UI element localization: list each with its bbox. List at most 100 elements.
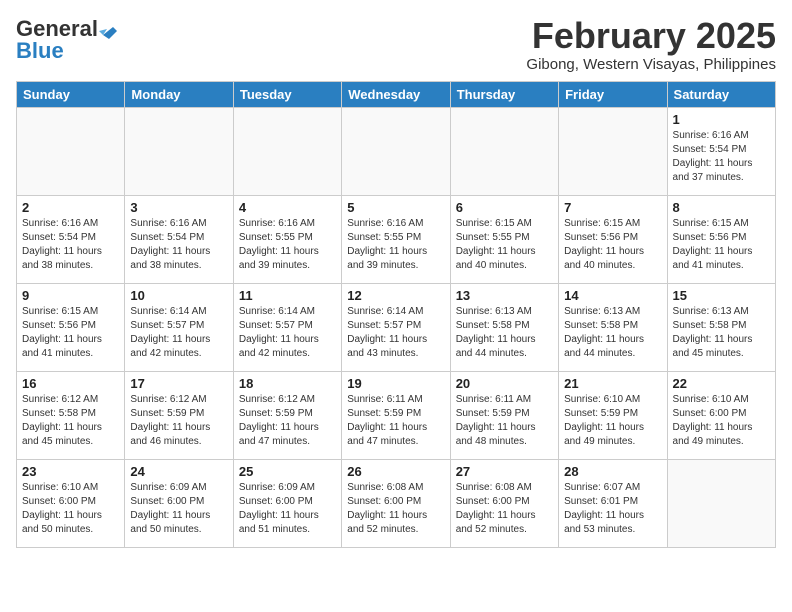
day-number: 19 bbox=[347, 376, 444, 391]
weekday-header-tuesday: Tuesday bbox=[233, 81, 341, 107]
week-row-2: 2 Sunrise: 6:16 AM Sunset: 5:54 PM Daylig… bbox=[17, 195, 776, 283]
day-info: Sunrise: 6:10 AM Sunset: 6:00 PM Dayligh… bbox=[673, 393, 770, 449]
day-number: 3 bbox=[130, 200, 227, 215]
day-number: 24 bbox=[130, 464, 227, 479]
day-number: 6 bbox=[456, 200, 553, 215]
calendar-cell: 23 Sunrise: 6:10 AM Sunset: 6:00 PM Dayli… bbox=[17, 459, 125, 547]
day-number: 14 bbox=[564, 288, 661, 303]
calendar-cell: 6 Sunrise: 6:15 AM Sunset: 5:55 PM Daylig… bbox=[450, 195, 558, 283]
calendar-cell bbox=[342, 107, 450, 195]
day-info: Sunrise: 6:15 AM Sunset: 5:56 PM Dayligh… bbox=[673, 217, 770, 273]
calendar-cell: 8 Sunrise: 6:15 AM Sunset: 5:56 PM Daylig… bbox=[667, 195, 775, 283]
day-number: 5 bbox=[347, 200, 444, 215]
day-info: Sunrise: 6:08 AM Sunset: 6:00 PM Dayligh… bbox=[456, 481, 553, 537]
weekday-header-friday: Friday bbox=[559, 81, 667, 107]
calendar-cell: 26 Sunrise: 6:08 AM Sunset: 6:00 PM Dayli… bbox=[342, 459, 450, 547]
weekday-header-monday: Monday bbox=[125, 81, 233, 107]
calendar-cell: 9Sunrise: 6:15 AM Sunset: 5:56 PM Daylig… bbox=[17, 283, 125, 371]
day-info: Sunrise: 6:16 AM Sunset: 5:54 PM Dayligh… bbox=[22, 217, 119, 273]
day-info: Sunrise: 6:09 AM Sunset: 6:00 PM Dayligh… bbox=[130, 481, 227, 537]
logo: General Blue bbox=[16, 16, 117, 64]
calendar-cell bbox=[233, 107, 341, 195]
day-number: 11 bbox=[239, 288, 336, 303]
week-row-3: 9Sunrise: 6:15 AM Sunset: 5:56 PM Daylig… bbox=[17, 283, 776, 371]
calendar-cell: 14 Sunrise: 6:13 AM Sunset: 5:58 PM Dayli… bbox=[559, 283, 667, 371]
day-info: Sunrise: 6:12 AM Sunset: 5:59 PM Dayligh… bbox=[130, 393, 227, 449]
weekday-header-sunday: Sunday bbox=[17, 81, 125, 107]
day-info: Sunrise: 6:14 AM Sunset: 5:57 PM Dayligh… bbox=[130, 305, 227, 361]
calendar-cell: 1 Sunrise: 6:16 AM Sunset: 5:54 PM Daylig… bbox=[667, 107, 775, 195]
day-number: 15 bbox=[673, 288, 770, 303]
calendar-cell: 25 Sunrise: 6:09 AM Sunset: 6:00 PM Dayli… bbox=[233, 459, 341, 547]
day-info: Sunrise: 6:11 AM Sunset: 5:59 PM Dayligh… bbox=[347, 393, 444, 449]
weekday-header-row: SundayMondayTuesdayWednesdayThursdayFrid… bbox=[17, 81, 776, 107]
day-info: Sunrise: 6:09 AM Sunset: 6:00 PM Dayligh… bbox=[239, 481, 336, 537]
day-info: Sunrise: 6:13 AM Sunset: 5:58 PM Dayligh… bbox=[673, 305, 770, 361]
calendar-cell bbox=[450, 107, 558, 195]
day-number: 23 bbox=[22, 464, 119, 479]
day-info: Sunrise: 6:07 AM Sunset: 6:01 PM Dayligh… bbox=[564, 481, 661, 537]
day-number: 17 bbox=[130, 376, 227, 391]
calendar-cell: 13Sunrise: 6:13 AM Sunset: 5:58 PM Dayli… bbox=[450, 283, 558, 371]
calendar-cell: 12Sunrise: 6:14 AM Sunset: 5:57 PM Dayli… bbox=[342, 283, 450, 371]
day-info: Sunrise: 6:11 AM Sunset: 5:59 PM Dayligh… bbox=[456, 393, 553, 449]
day-info: Sunrise: 6:16 AM Sunset: 5:54 PM Dayligh… bbox=[130, 217, 227, 273]
day-number: 18 bbox=[239, 376, 336, 391]
day-info: Sunrise: 6:16 AM Sunset: 5:54 PM Dayligh… bbox=[673, 129, 770, 185]
title-block: February 2025 Gibong, Western Visayas, P… bbox=[526, 16, 776, 73]
weekday-header-thursday: Thursday bbox=[450, 81, 558, 107]
page-header: General Blue February 2025 Gibong, Weste… bbox=[16, 16, 776, 73]
day-info: Sunrise: 6:13 AM Sunset: 5:58 PM Dayligh… bbox=[564, 305, 661, 361]
logo-blue-text: Blue bbox=[16, 38, 64, 64]
day-info: Sunrise: 6:15 AM Sunset: 5:56 PM Dayligh… bbox=[22, 305, 119, 361]
calendar-cell bbox=[559, 107, 667, 195]
calendar-cell: 17 Sunrise: 6:12 AM Sunset: 5:59 PM Dayli… bbox=[125, 371, 233, 459]
calendar-cell: 21 Sunrise: 6:10 AM Sunset: 5:59 PM Dayli… bbox=[559, 371, 667, 459]
day-info: Sunrise: 6:10 AM Sunset: 6:00 PM Dayligh… bbox=[22, 481, 119, 537]
day-info: Sunrise: 6:12 AM Sunset: 5:59 PM Dayligh… bbox=[239, 393, 336, 449]
calendar-cell: 28Sunrise: 6:07 AM Sunset: 6:01 PM Dayli… bbox=[559, 459, 667, 547]
day-number: 27 bbox=[456, 464, 553, 479]
weekday-header-wednesday: Wednesday bbox=[342, 81, 450, 107]
day-number: 25 bbox=[239, 464, 336, 479]
calendar-cell: 5Sunrise: 6:16 AM Sunset: 5:55 PM Daylig… bbox=[342, 195, 450, 283]
day-number: 4 bbox=[239, 200, 336, 215]
day-info: Sunrise: 6:10 AM Sunset: 5:59 PM Dayligh… bbox=[564, 393, 661, 449]
calendar-cell: 2 Sunrise: 6:16 AM Sunset: 5:54 PM Daylig… bbox=[17, 195, 125, 283]
calendar-cell: 24 Sunrise: 6:09 AM Sunset: 6:00 PM Dayli… bbox=[125, 459, 233, 547]
day-number: 20 bbox=[456, 376, 553, 391]
calendar-cell: 3 Sunrise: 6:16 AM Sunset: 5:54 PM Daylig… bbox=[125, 195, 233, 283]
day-info: Sunrise: 6:13 AM Sunset: 5:58 PM Dayligh… bbox=[456, 305, 553, 361]
calendar-cell: 20 Sunrise: 6:11 AM Sunset: 5:59 PM Dayli… bbox=[450, 371, 558, 459]
location-subtitle: Gibong, Western Visayas, Philippines bbox=[526, 56, 776, 73]
week-row-5: 23 Sunrise: 6:10 AM Sunset: 6:00 PM Dayli… bbox=[17, 459, 776, 547]
calendar-table: SundayMondayTuesdayWednesdayThursdayFrid… bbox=[16, 81, 776, 548]
day-number: 21 bbox=[564, 376, 661, 391]
day-number: 7 bbox=[564, 200, 661, 215]
day-info: Sunrise: 6:14 AM Sunset: 5:57 PM Dayligh… bbox=[239, 305, 336, 361]
calendar-cell: 22Sunrise: 6:10 AM Sunset: 6:00 PM Dayli… bbox=[667, 371, 775, 459]
calendar-cell: 11 Sunrise: 6:14 AM Sunset: 5:57 PM Dayli… bbox=[233, 283, 341, 371]
day-info: Sunrise: 6:16 AM Sunset: 5:55 PM Dayligh… bbox=[239, 217, 336, 273]
calendar-cell: 18 Sunrise: 6:12 AM Sunset: 5:59 PM Dayli… bbox=[233, 371, 341, 459]
calendar-cell bbox=[667, 459, 775, 547]
calendar-cell: 27 Sunrise: 6:08 AM Sunset: 6:00 PM Dayli… bbox=[450, 459, 558, 547]
calendar-cell: 19 Sunrise: 6:11 AM Sunset: 5:59 PM Dayli… bbox=[342, 371, 450, 459]
day-info: Sunrise: 6:12 AM Sunset: 5:58 PM Dayligh… bbox=[22, 393, 119, 449]
day-number: 12 bbox=[347, 288, 444, 303]
day-number: 26 bbox=[347, 464, 444, 479]
day-number: 2 bbox=[22, 200, 119, 215]
calendar-cell bbox=[125, 107, 233, 195]
day-info: Sunrise: 6:15 AM Sunset: 5:55 PM Dayligh… bbox=[456, 217, 553, 273]
day-info: Sunrise: 6:08 AM Sunset: 6:00 PM Dayligh… bbox=[347, 481, 444, 537]
calendar-cell: 10Sunrise: 6:14 AM Sunset: 5:57 PM Dayli… bbox=[125, 283, 233, 371]
logo-bird-icon bbox=[99, 21, 117, 39]
day-number: 8 bbox=[673, 200, 770, 215]
calendar-cell: 16 Sunrise: 6:12 AM Sunset: 5:58 PM Dayli… bbox=[17, 371, 125, 459]
week-row-4: 16 Sunrise: 6:12 AM Sunset: 5:58 PM Dayli… bbox=[17, 371, 776, 459]
calendar-cell: 4 Sunrise: 6:16 AM Sunset: 5:55 PM Daylig… bbox=[233, 195, 341, 283]
day-number: 1 bbox=[673, 112, 770, 127]
day-number: 16 bbox=[22, 376, 119, 391]
week-row-1: 1 Sunrise: 6:16 AM Sunset: 5:54 PM Daylig… bbox=[17, 107, 776, 195]
calendar-cell: 15 Sunrise: 6:13 AM Sunset: 5:58 PM Dayli… bbox=[667, 283, 775, 371]
